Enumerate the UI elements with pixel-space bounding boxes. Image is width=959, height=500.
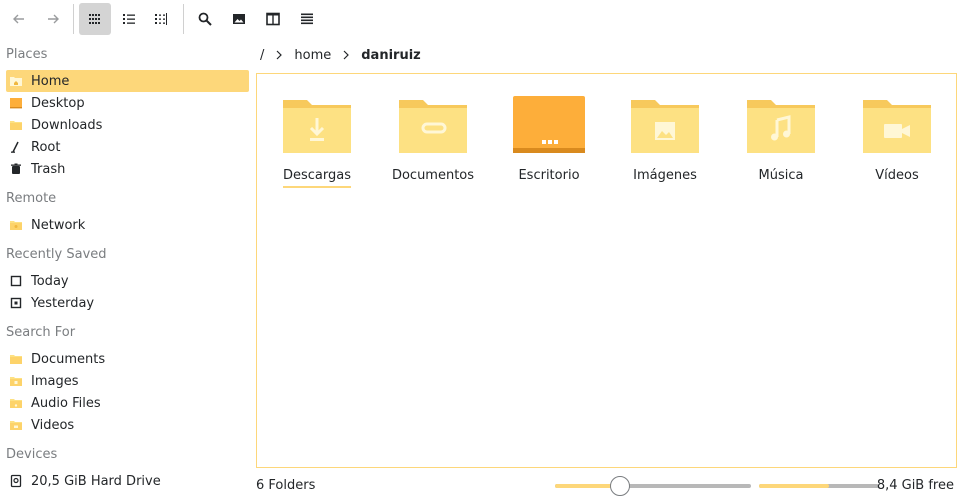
sidebar-item-root[interactable]: Root bbox=[6, 136, 249, 158]
toolbar bbox=[0, 0, 959, 38]
sidebar-item-label: Images bbox=[31, 373, 79, 389]
folder-count: 6 Folders bbox=[256, 478, 316, 493]
videos-folder-icon bbox=[863, 100, 931, 153]
arrow-right-icon bbox=[48, 14, 59, 24]
toolbar-separator bbox=[73, 4, 74, 34]
free-space-label: 8,4 GiB free bbox=[876, 478, 954, 493]
chevron-right-icon bbox=[272, 48, 286, 62]
sidebar-item-label: Trash bbox=[31, 161, 66, 177]
section-title-places: Places bbox=[6, 47, 48, 62]
folder-view[interactable]: Descargas Documentos Escritorio Imágenes bbox=[256, 73, 957, 468]
sidebar-item-label: Downloads bbox=[31, 117, 103, 133]
calendar-today-icon bbox=[9, 274, 23, 288]
sidebar-item-label: Root bbox=[31, 139, 61, 155]
forward-button[interactable] bbox=[37, 3, 69, 35]
sidebar-item-downloads[interactable]: Downloads bbox=[6, 114, 249, 136]
documents-folder-icon bbox=[9, 352, 23, 366]
folder-item-escritorio[interactable]: Escritorio bbox=[499, 94, 599, 194]
sidebar-item-label: Desktop bbox=[31, 95, 85, 111]
sidebar-item-documents[interactable]: Documents bbox=[6, 348, 249, 370]
sidebar-item-label: Network bbox=[31, 217, 86, 233]
sidebar-item-videos[interactable]: Videos bbox=[6, 414, 249, 436]
download-folder-icon bbox=[283, 100, 351, 153]
sidebar-item-label: Today bbox=[31, 273, 69, 289]
folder-name: Imágenes bbox=[633, 168, 697, 183]
sidebar-item-audio-files[interactable]: Audio Files bbox=[6, 392, 249, 414]
audio-folder-icon bbox=[9, 396, 23, 410]
split-view-button[interactable] bbox=[257, 3, 289, 35]
sidebar-item-label: Home bbox=[31, 73, 70, 89]
breadcrumb-root[interactable]: / bbox=[256, 48, 268, 63]
chevron-right-icon bbox=[339, 48, 353, 62]
back-button[interactable] bbox=[3, 3, 35, 35]
sidebar-item-trash[interactable]: Trash bbox=[6, 158, 249, 180]
section-title-devices: Devices bbox=[6, 447, 58, 462]
compact-view-icon bbox=[123, 14, 135, 24]
root-icon bbox=[9, 140, 23, 154]
disk-usage-bar bbox=[759, 484, 879, 488]
sidebar-item-today[interactable]: Today bbox=[6, 270, 249, 292]
home-folder-icon bbox=[9, 74, 23, 88]
trash-icon bbox=[9, 162, 23, 176]
section-title-search: Search For bbox=[6, 325, 76, 340]
details-view-button[interactable] bbox=[145, 3, 177, 35]
sidebar-item-label: Audio Files bbox=[31, 395, 101, 411]
breadcrumb-current[interactable]: daniruiz bbox=[357, 48, 424, 63]
status-bar: 6 Folders 8,4 GiB free bbox=[256, 474, 957, 496]
folder-name: Vídeos bbox=[875, 168, 919, 183]
images-folder-icon bbox=[9, 374, 23, 388]
hard-drive-icon bbox=[9, 474, 23, 488]
compact-view-button[interactable] bbox=[113, 3, 145, 35]
details-view-icon bbox=[155, 13, 167, 25]
arrow-left-icon bbox=[13, 14, 24, 24]
toolbar-separator bbox=[183, 4, 184, 34]
sidebar-item-network[interactable]: Network bbox=[6, 214, 249, 236]
documents-folder-icon bbox=[399, 100, 467, 153]
folder-item-videos[interactable]: Vídeos bbox=[847, 94, 947, 194]
zoom-slider-handle[interactable] bbox=[609, 476, 630, 496]
preview-button[interactable] bbox=[223, 3, 255, 35]
pictures-folder-icon bbox=[631, 100, 699, 153]
menu-icon bbox=[301, 13, 313, 25]
sidebar-item-label: Yesterday bbox=[31, 295, 95, 311]
desktop-folder-icon bbox=[513, 96, 585, 153]
folder-name: Descargas bbox=[282, 168, 351, 188]
sidebar-item-hard-drive[interactable]: 20,5 GiB Hard Drive bbox=[6, 470, 249, 492]
places-panel: Places Home Desktop Downloads Root Trash… bbox=[0, 40, 252, 500]
music-folder-icon bbox=[747, 100, 815, 153]
folder-item-musica[interactable]: Música bbox=[731, 94, 831, 194]
desktop-folder-icon bbox=[9, 96, 23, 110]
search-button[interactable] bbox=[189, 3, 221, 35]
preview-icon bbox=[233, 14, 245, 24]
disk-usage-fill bbox=[759, 484, 829, 488]
section-title-remote: Remote bbox=[6, 191, 57, 206]
sidebar-item-yesterday[interactable]: Yesterday bbox=[6, 292, 249, 314]
menu-button[interactable] bbox=[291, 3, 323, 35]
section-title-recent: Recently Saved bbox=[6, 247, 107, 262]
zoom-slider[interactable] bbox=[555, 476, 751, 496]
icon-view-button[interactable] bbox=[79, 3, 111, 35]
breadcrumb-home[interactable]: home bbox=[290, 48, 335, 63]
sidebar-item-label: 20,5 GiB Hard Drive bbox=[31, 473, 161, 489]
calendar-yesterday-icon bbox=[9, 296, 23, 310]
folder-name: Documentos bbox=[391, 168, 475, 183]
sidebar-item-desktop[interactable]: Desktop bbox=[6, 92, 249, 114]
downloads-folder-icon bbox=[9, 118, 23, 132]
icon-view-icon bbox=[89, 14, 100, 24]
folder-item-descargas[interactable]: Descargas bbox=[267, 94, 367, 194]
split-view-icon bbox=[266, 12, 280, 26]
folder-name: Música bbox=[758, 168, 804, 183]
videos-folder-icon bbox=[9, 418, 23, 432]
folder-item-imagenes[interactable]: Imágenes bbox=[615, 94, 715, 194]
sidebar-item-label: Videos bbox=[31, 417, 75, 433]
folder-item-documentos[interactable]: Documentos bbox=[383, 94, 483, 194]
folder-name: Escritorio bbox=[518, 168, 580, 183]
search-icon bbox=[198, 12, 212, 26]
breadcrumb: / home daniruiz bbox=[256, 44, 425, 66]
network-folder-icon bbox=[9, 218, 23, 232]
sidebar-item-label: Documents bbox=[31, 351, 106, 367]
sidebar-item-images[interactable]: Images bbox=[6, 370, 249, 392]
sidebar-item-home[interactable]: Home bbox=[6, 70, 249, 92]
